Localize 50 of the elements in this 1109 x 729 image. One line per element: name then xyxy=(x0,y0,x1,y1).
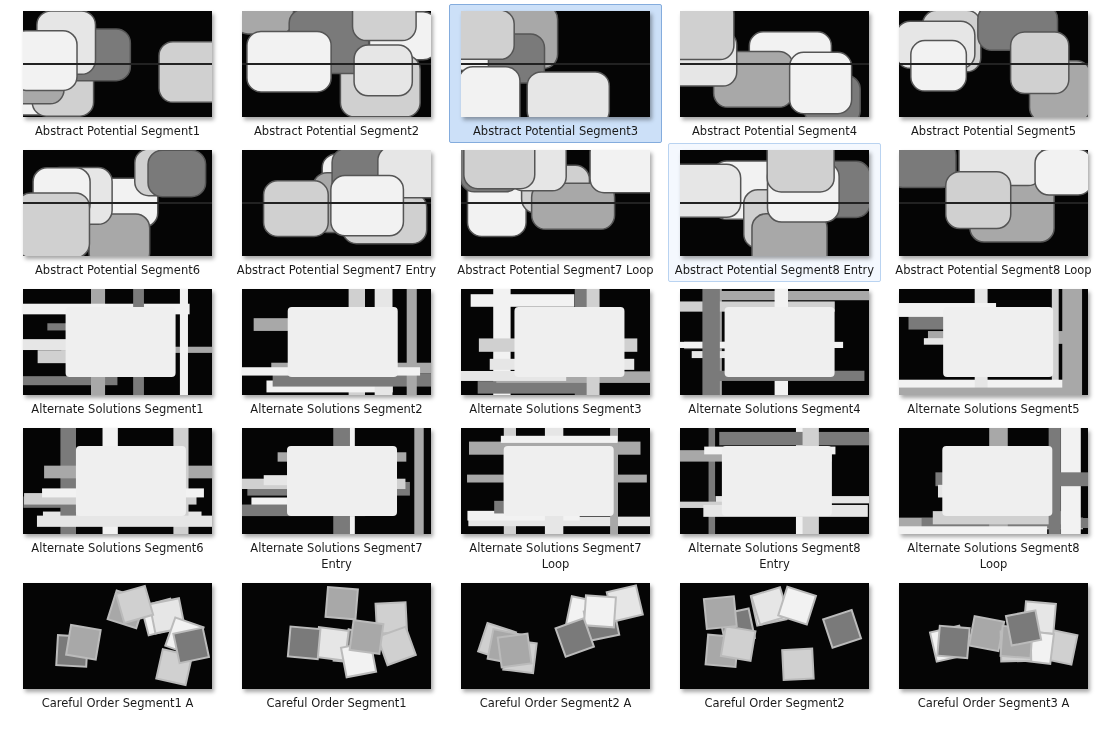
file-tile[interactable]: Abstract Potential Segment4 xyxy=(668,4,881,143)
file-tile[interactable]: Alternate Solutions Segment7 Loop xyxy=(449,421,662,576)
file-name: Alternate Solutions Segment8 Loop xyxy=(906,540,1081,572)
file-tile[interactable]: Abstract Potential Segment2 xyxy=(230,4,443,143)
file-name: Careful Order Segment1 A xyxy=(40,695,195,711)
file-name: Abstract Potential Segment6 xyxy=(33,262,201,278)
file-tile[interactable]: Alternate Solutions Segment8 Loop xyxy=(887,421,1100,576)
file-name: Alternate Solutions Segment1 xyxy=(30,401,205,417)
file-tile[interactable]: Abstract Potential Segment5 xyxy=(887,4,1100,143)
file-name: Abstract Potential Segment8 Entry xyxy=(674,262,875,278)
file-name: Alternate Solutions Segment6 xyxy=(30,540,205,556)
file-name: Abstract Potential Segment1 xyxy=(33,123,201,139)
file-tile[interactable]: Alternate Solutions Segment7 Entry xyxy=(230,421,443,576)
file-tile[interactable]: Abstract Potential Segment7 Entry xyxy=(230,143,443,282)
file-tile[interactable]: Alternate Solutions Segment8 Entry xyxy=(668,421,881,576)
file-name: Abstract Potential Segment4 xyxy=(690,123,858,139)
file-name: Abstract Potential Segment8 Loop xyxy=(894,262,1093,278)
file-tile[interactable]: Abstract Potential Segment8 Entry xyxy=(668,143,881,282)
file-name: Alternate Solutions Segment5 xyxy=(906,401,1081,417)
file-name: Alternate Solutions Segment7 Loop xyxy=(468,540,643,572)
file-name: Careful Order Segment2 A xyxy=(478,695,633,711)
file-tile[interactable]: Abstract Potential Segment3 xyxy=(449,4,662,143)
file-tile[interactable]: Alternate Solutions Segment5 xyxy=(887,282,1100,421)
file-tile[interactable]: Careful Order Segment2 A xyxy=(449,576,662,715)
file-tile[interactable]: Careful Order Segment3 A xyxy=(887,576,1100,715)
file-tile[interactable]: Alternate Solutions Segment2 xyxy=(230,282,443,421)
file-name: Abstract Potential Segment7 Entry xyxy=(236,262,437,278)
file-tile[interactable]: Alternate Solutions Segment6 xyxy=(11,421,224,560)
file-name: Careful Order Segment1 xyxy=(265,695,408,711)
file-name: Careful Order Segment3 A xyxy=(916,695,1071,711)
file-tile[interactable]: Alternate Solutions Segment4 xyxy=(668,282,881,421)
file-tile[interactable]: Careful Order Segment1 xyxy=(230,576,443,715)
file-name: Alternate Solutions Segment8 Entry xyxy=(687,540,862,572)
file-tile[interactable]: Alternate Solutions Segment3 xyxy=(449,282,662,421)
file-name: Abstract Potential Segment3 xyxy=(471,123,639,139)
file-tile[interactable]: Abstract Potential Segment6 xyxy=(11,143,224,282)
file-tile[interactable]: Abstract Potential Segment7 Loop xyxy=(449,143,662,282)
file-tile[interactable]: Alternate Solutions Segment1 xyxy=(11,282,224,421)
file-name: Abstract Potential Segment2 xyxy=(252,123,420,139)
file-tile[interactable]: Abstract Potential Segment8 Loop xyxy=(887,143,1100,282)
file-tile[interactable]: Careful Order Segment1 A xyxy=(11,576,224,715)
file-name: Abstract Potential Segment5 xyxy=(909,123,1077,139)
file-name: Alternate Solutions Segment7 Entry xyxy=(249,540,424,572)
file-name: Alternate Solutions Segment4 xyxy=(687,401,862,417)
file-name: Alternate Solutions Segment2 xyxy=(249,401,424,417)
file-tile[interactable]: Careful Order Segment2 xyxy=(668,576,881,715)
file-name: Careful Order Segment2 xyxy=(703,695,846,711)
file-tile[interactable]: Abstract Potential Segment1 xyxy=(11,4,224,143)
file-name: Abstract Potential Segment7 Loop xyxy=(456,262,655,278)
file-name: Alternate Solutions Segment3 xyxy=(468,401,643,417)
